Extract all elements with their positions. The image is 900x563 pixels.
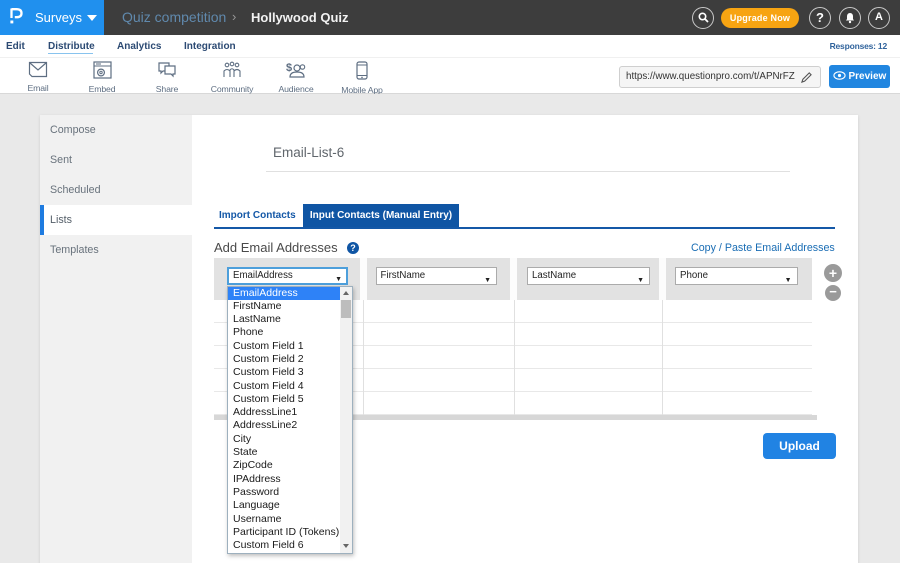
svg-text:$: $ bbox=[286, 62, 292, 74]
